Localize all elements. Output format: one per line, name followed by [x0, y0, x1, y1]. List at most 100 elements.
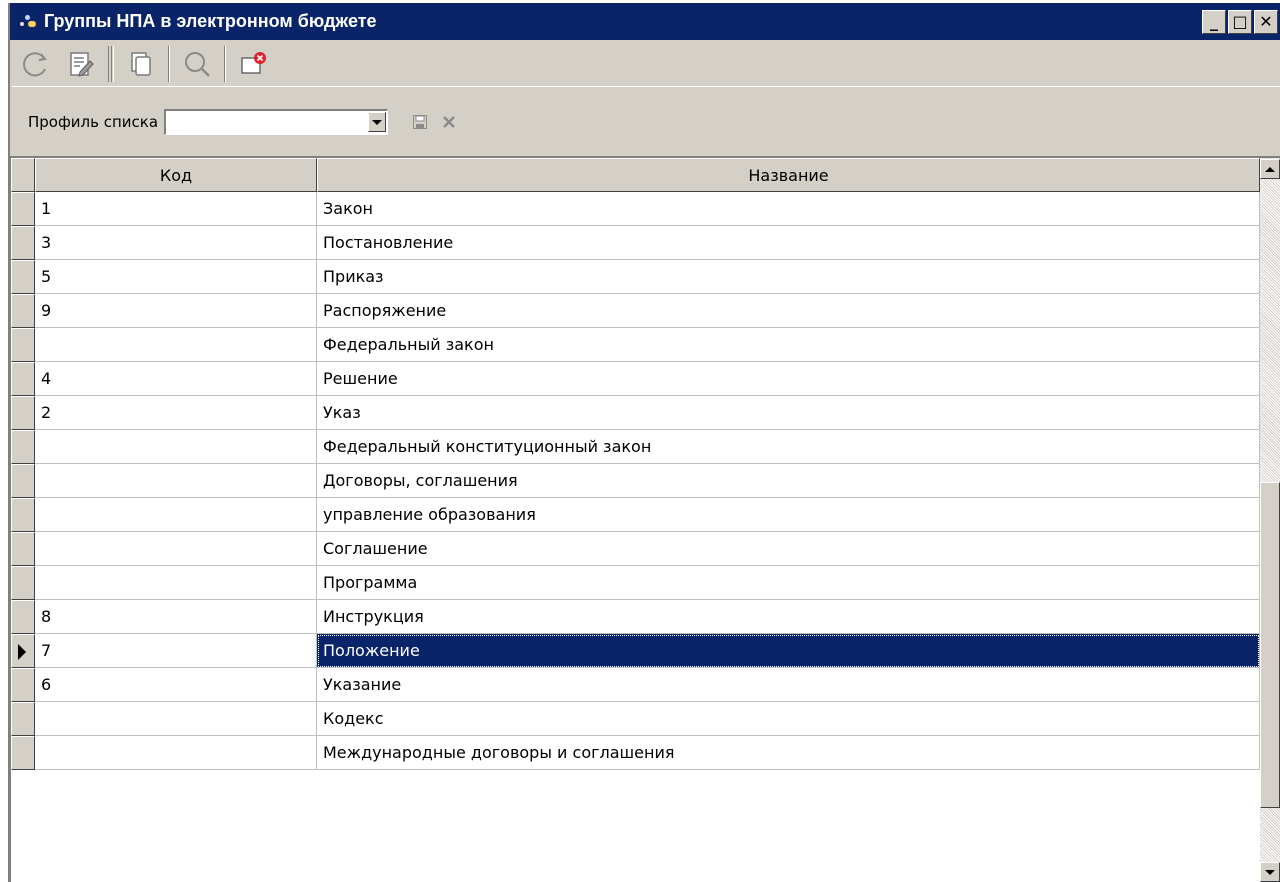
- cell-code[interactable]: [35, 702, 317, 736]
- row-indicator[interactable]: [11, 634, 35, 668]
- cell-code[interactable]: 1: [35, 192, 317, 226]
- cell-name[interactable]: Положение: [317, 634, 1260, 668]
- cell-name[interactable]: Договоры, соглашения: [317, 464, 1260, 498]
- save-profile-button[interactable]: [412, 114, 428, 130]
- cell-name[interactable]: Федеральный закон: [317, 328, 1260, 362]
- cell-name[interactable]: Указание: [317, 668, 1260, 702]
- cell-code[interactable]: 3: [35, 226, 317, 260]
- cell-code[interactable]: [35, 566, 317, 600]
- table-row[interactable]: Кодекс: [11, 702, 1260, 736]
- row-indicator[interactable]: [11, 702, 35, 736]
- table-row[interactable]: 3 Постановление: [11, 226, 1260, 260]
- close-button[interactable]: ✕: [1254, 9, 1278, 34]
- profile-select[interactable]: [164, 109, 389, 135]
- cell-code[interactable]: 4: [35, 362, 317, 396]
- table-row[interactable]: 6 Указание: [11, 668, 1260, 702]
- table-row[interactable]: 7 Положение: [11, 634, 1260, 668]
- table-row[interactable]: 9 Распоряжение: [11, 294, 1260, 328]
- row-indicator[interactable]: [11, 566, 35, 600]
- refresh-icon: [23, 52, 47, 77]
- current-row-arrow-icon: [18, 644, 26, 660]
- row-indicator[interactable]: [11, 736, 35, 770]
- toolbar-separator: [108, 46, 114, 82]
- row-indicator[interactable]: [11, 362, 35, 396]
- cell-name[interactable]: Распоряжение: [317, 294, 1260, 328]
- row-indicator[interactable]: [11, 430, 35, 464]
- cell-code[interactable]: [35, 532, 317, 566]
- maximize-button[interactable]: □: [1228, 9, 1252, 34]
- cell-name[interactable]: Соглашение: [317, 532, 1260, 566]
- row-indicator[interactable]: [11, 260, 35, 294]
- cell-code[interactable]: [35, 430, 317, 464]
- search-button[interactable]: [174, 42, 220, 86]
- column-header-code[interactable]: Код: [35, 158, 317, 192]
- minimize-button[interactable]: _: [1202, 9, 1226, 34]
- cell-name[interactable]: Кодекс: [317, 702, 1260, 736]
- cell-name[interactable]: Указ: [317, 396, 1260, 430]
- cell-code[interactable]: [35, 498, 317, 532]
- cell-name[interactable]: Инструкция: [317, 600, 1260, 634]
- cell-code[interactable]: 6: [35, 668, 317, 702]
- row-indicator[interactable]: [11, 668, 35, 702]
- row-indicator[interactable]: [11, 396, 35, 430]
- refresh-button[interactable]: [12, 42, 58, 86]
- app-icon: [18, 12, 38, 32]
- cell-name[interactable]: Программа: [317, 566, 1260, 600]
- copy-button[interactable]: [118, 42, 164, 86]
- profile-dropdown-button[interactable]: [368, 112, 387, 132]
- scroll-thumb[interactable]: [1260, 482, 1280, 808]
- table-row[interactable]: 8 Инструкция: [11, 600, 1260, 634]
- scroll-up-button[interactable]: [1260, 159, 1280, 179]
- row-indicator[interactable]: [11, 600, 35, 634]
- edit-button[interactable]: [58, 42, 104, 86]
- row-indicator[interactable]: [11, 226, 35, 260]
- table-row[interactable]: Федеральный закон: [11, 328, 1260, 362]
- arrow-down-icon: [1265, 869, 1275, 875]
- cell-code[interactable]: [35, 328, 317, 362]
- table-row[interactable]: 4 Решение: [11, 362, 1260, 396]
- cell-code[interactable]: [35, 464, 317, 498]
- table-row[interactable]: Соглашение: [11, 532, 1260, 566]
- edit-document-icon: [70, 52, 94, 77]
- table-row[interactable]: Международные договоры и соглашения: [11, 736, 1260, 770]
- cell-code[interactable]: 9: [35, 294, 317, 328]
- row-indicator[interactable]: [11, 464, 35, 498]
- cell-code[interactable]: [35, 736, 317, 770]
- vertical-scrollbar[interactable]: [1260, 158, 1280, 882]
- table-row[interactable]: Федеральный конституционный закон: [11, 430, 1260, 464]
- row-indicator[interactable]: [11, 328, 35, 362]
- cell-code[interactable]: 8: [35, 600, 317, 634]
- row-indicator[interactable]: [11, 294, 35, 328]
- cell-name[interactable]: управление образования: [317, 498, 1260, 532]
- close-window-button[interactable]: [230, 42, 276, 86]
- copy-icon: [131, 52, 151, 76]
- cell-name[interactable]: Федеральный конституционный закон: [317, 430, 1260, 464]
- table-row[interactable]: 5 Приказ: [11, 260, 1260, 294]
- title-bar[interactable]: Группы НПА в электронном бюджете _ □ ✕: [10, 3, 1280, 40]
- cell-name[interactable]: Международные договоры и соглашения: [317, 736, 1260, 770]
- search-icon: [185, 52, 210, 77]
- row-indicator[interactable]: [11, 532, 35, 566]
- toolbar-separator: [224, 46, 226, 82]
- table-row[interactable]: 1 Закон: [11, 192, 1260, 226]
- cell-name[interactable]: Закон: [317, 192, 1260, 226]
- cell-name[interactable]: Приказ: [317, 260, 1260, 294]
- row-indicator[interactable]: [11, 192, 35, 226]
- table-row[interactable]: Программа: [11, 566, 1260, 600]
- table-row[interactable]: Договоры, соглашения: [11, 464, 1260, 498]
- row-indicator[interactable]: [11, 498, 35, 532]
- delete-icon: [443, 116, 455, 128]
- cell-name[interactable]: Постановление: [317, 226, 1260, 260]
- delete-profile-button[interactable]: [442, 115, 456, 129]
- scroll-down-button[interactable]: [1260, 862, 1280, 882]
- cell-name[interactable]: Решение: [317, 362, 1260, 396]
- close-window-icon: [241, 52, 266, 74]
- cell-code[interactable]: 5: [35, 260, 317, 294]
- save-icon: [413, 115, 428, 129]
- cell-code[interactable]: 7: [35, 634, 317, 668]
- table-row[interactable]: управление образования: [11, 498, 1260, 532]
- column-header-name[interactable]: Название: [317, 158, 1260, 192]
- table-row[interactable]: 2 Указ: [11, 396, 1260, 430]
- chevron-down-icon: [372, 119, 383, 125]
- cell-code[interactable]: 2: [35, 396, 317, 430]
